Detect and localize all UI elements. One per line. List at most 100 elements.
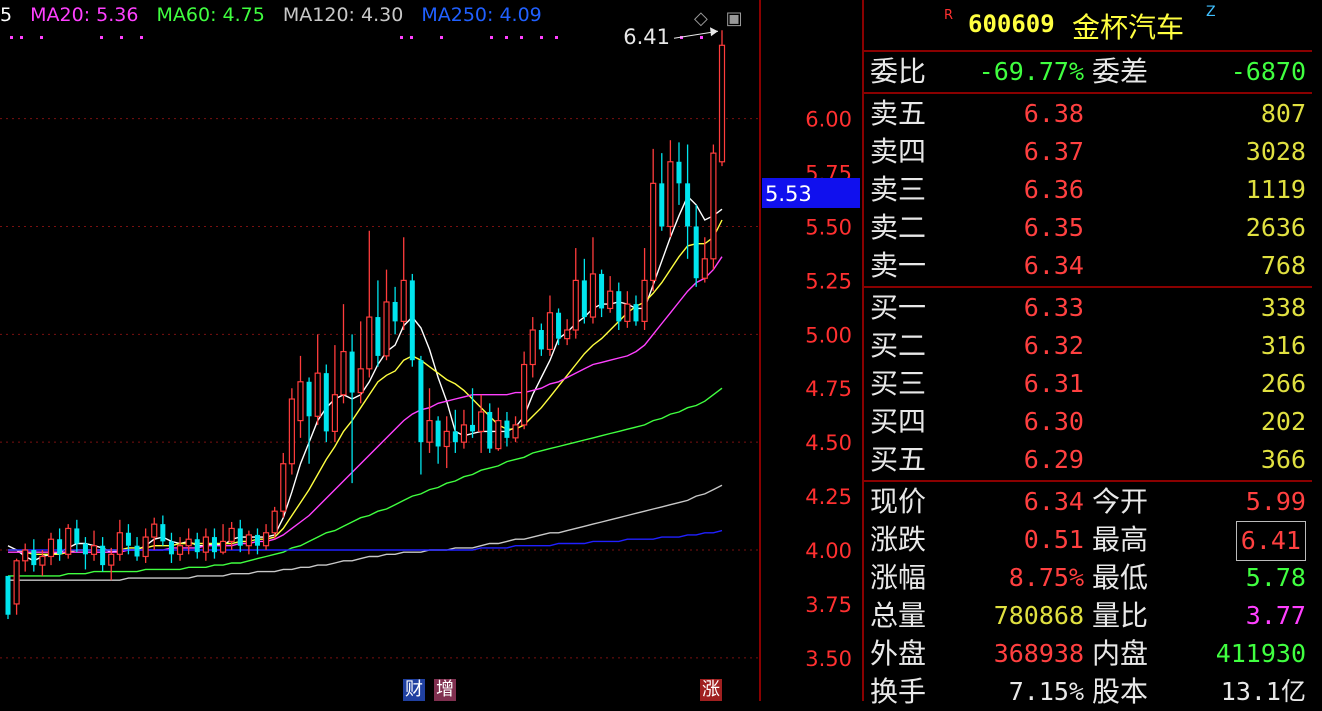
candle <box>202 528 209 561</box>
candle-body <box>616 291 622 322</box>
buy-level-volume: 366 <box>1260 445 1306 474</box>
candle <box>366 230 373 378</box>
ma120-legend: MA120: 4.30 <box>283 4 403 26</box>
candle-body <box>650 182 657 281</box>
candle-body <box>65 527 72 555</box>
candle-body <box>211 537 217 553</box>
stat-label: 股本 <box>1092 675 1149 708</box>
candle <box>57 528 63 561</box>
sell-level-row[interactable]: 卖二 6.35 2636 <box>864 209 1312 247</box>
ma60-label: MA60: <box>156 4 217 26</box>
chart-canvas[interactable]: 6.005.755.505.255.004.754.504.254.003.75… <box>0 0 862 701</box>
buy-level-volume: 266 <box>1260 369 1306 398</box>
buy-level-price: 6.33 <box>1023 293 1084 322</box>
candle-body <box>151 523 158 538</box>
ma-line-ma120 <box>8 484 723 581</box>
stock-code: 600609 <box>968 10 1055 38</box>
event-marker[interactable]: 增 <box>434 679 456 701</box>
candle-body <box>134 545 140 557</box>
candle-body <box>13 560 20 605</box>
candle-body <box>288 398 295 465</box>
stat-value: 0.51 <box>1023 525 1084 554</box>
candle-body <box>718 44 726 163</box>
candle-body <box>228 527 235 542</box>
candle <box>546 295 554 356</box>
candle-body <box>701 258 708 279</box>
sell-level-row[interactable]: 卖一 6.34 768 <box>864 247 1312 285</box>
signal-dot <box>100 36 103 39</box>
candle-body <box>39 555 46 566</box>
buy-level-volume: 338 <box>1260 293 1306 322</box>
y-tick-label: 4.75 <box>805 377 852 401</box>
y-tick-label: 6.00 <box>805 108 852 132</box>
candle <box>624 291 631 328</box>
stat-label: 外盘 <box>870 637 927 670</box>
candle-body <box>599 273 605 309</box>
sell-level-volume: 3028 <box>1245 137 1306 166</box>
signal-dot <box>555 36 558 39</box>
current-price-tag: 5.53 <box>765 182 812 206</box>
candle-body <box>100 545 106 566</box>
candle <box>495 407 502 451</box>
candle <box>718 30 726 167</box>
buy-level-row[interactable]: 买三 6.31 266 <box>864 365 1312 403</box>
candle <box>375 280 381 367</box>
sell-level-price: 6.37 <box>1023 137 1084 166</box>
candle <box>31 539 37 572</box>
candle-body <box>57 539 63 555</box>
right-edge-strip <box>1312 0 1322 701</box>
stat-row: 外盘 368938 内盘 411930 <box>864 635 1312 673</box>
candlestick-chart[interactable]: 6.00 5.75 5.50 5.25 5.00 4.75 4.50 4.25 4.00 3.75… <box>0 0 862 701</box>
ma5-legend-fragment: 5 <box>0 4 13 26</box>
candle-body <box>546 312 554 351</box>
candle-body <box>47 538 55 558</box>
event-marker[interactable]: 涨 <box>700 679 722 701</box>
candle-body <box>340 350 347 396</box>
buy-level-price: 6.30 <box>1023 407 1084 436</box>
quote-panel: R 600609 金杯汽车 Z 委比 -69.77% 委差 -6870 卖五 6.… <box>862 0 1312 708</box>
stat-label: 现价 <box>870 485 927 518</box>
candle <box>693 204 699 287</box>
candle <box>529 317 536 378</box>
candle-body <box>512 424 519 439</box>
sell-level-row[interactable]: 卖四 6.37 3028 <box>864 133 1312 171</box>
candle <box>589 237 597 324</box>
buy-level-row[interactable]: 买五 6.29 366 <box>864 441 1312 479</box>
ma20-label: MA20: <box>30 4 91 26</box>
buy-level-row[interactable]: 买一 6.33 338 <box>864 289 1312 327</box>
stat-value: 780868 <box>993 601 1084 630</box>
candle <box>572 248 579 339</box>
candle <box>512 416 519 443</box>
stat-value: 6.41 <box>1235 521 1306 561</box>
y-tick-label: 5.00 <box>805 323 852 347</box>
buy-orders: 买一 6.33 338 买二 6.32 316 买三 6.31 266 买四 6.30 202 买五 6.… <box>864 288 1312 482</box>
buy-level-row[interactable]: 买二 6.32 316 <box>864 327 1312 365</box>
weibi-value: -69.77% <box>978 57 1084 86</box>
event-marker[interactable]: 财 <box>403 679 425 701</box>
diamond-icon[interactable]: ◇ <box>694 8 708 29</box>
candle <box>426 388 433 453</box>
sell-level-row[interactable]: 卖五 6.38 807 <box>864 95 1312 133</box>
candle <box>460 409 468 449</box>
window-icon[interactable]: ▣ <box>726 8 743 29</box>
candle-body <box>185 538 192 547</box>
candle <box>418 355 424 475</box>
stat-label: 内盘 <box>1092 637 1149 670</box>
sell-level-price: 6.36 <box>1023 175 1084 204</box>
ma-line-ma5 <box>7 195 723 562</box>
candle <box>160 515 166 546</box>
candle-body <box>194 539 200 553</box>
stat-value: 5.78 <box>1245 563 1306 592</box>
buy-level-price: 6.31 <box>1023 369 1084 398</box>
stat-label: 今开 <box>1092 485 1149 518</box>
buy-level-row[interactable]: 买四 6.30 202 <box>864 403 1312 441</box>
candle <box>323 364 329 443</box>
candle-body <box>581 280 587 318</box>
candle <box>219 524 227 555</box>
sell-level-row[interactable]: 卖三 6.36 1119 <box>864 171 1312 209</box>
y-tick-label: 5.25 <box>805 269 852 293</box>
weicha-value: -6870 <box>1230 57 1306 86</box>
candle <box>685 144 691 259</box>
candle <box>357 321 364 404</box>
buy-level-volume: 316 <box>1260 331 1306 360</box>
